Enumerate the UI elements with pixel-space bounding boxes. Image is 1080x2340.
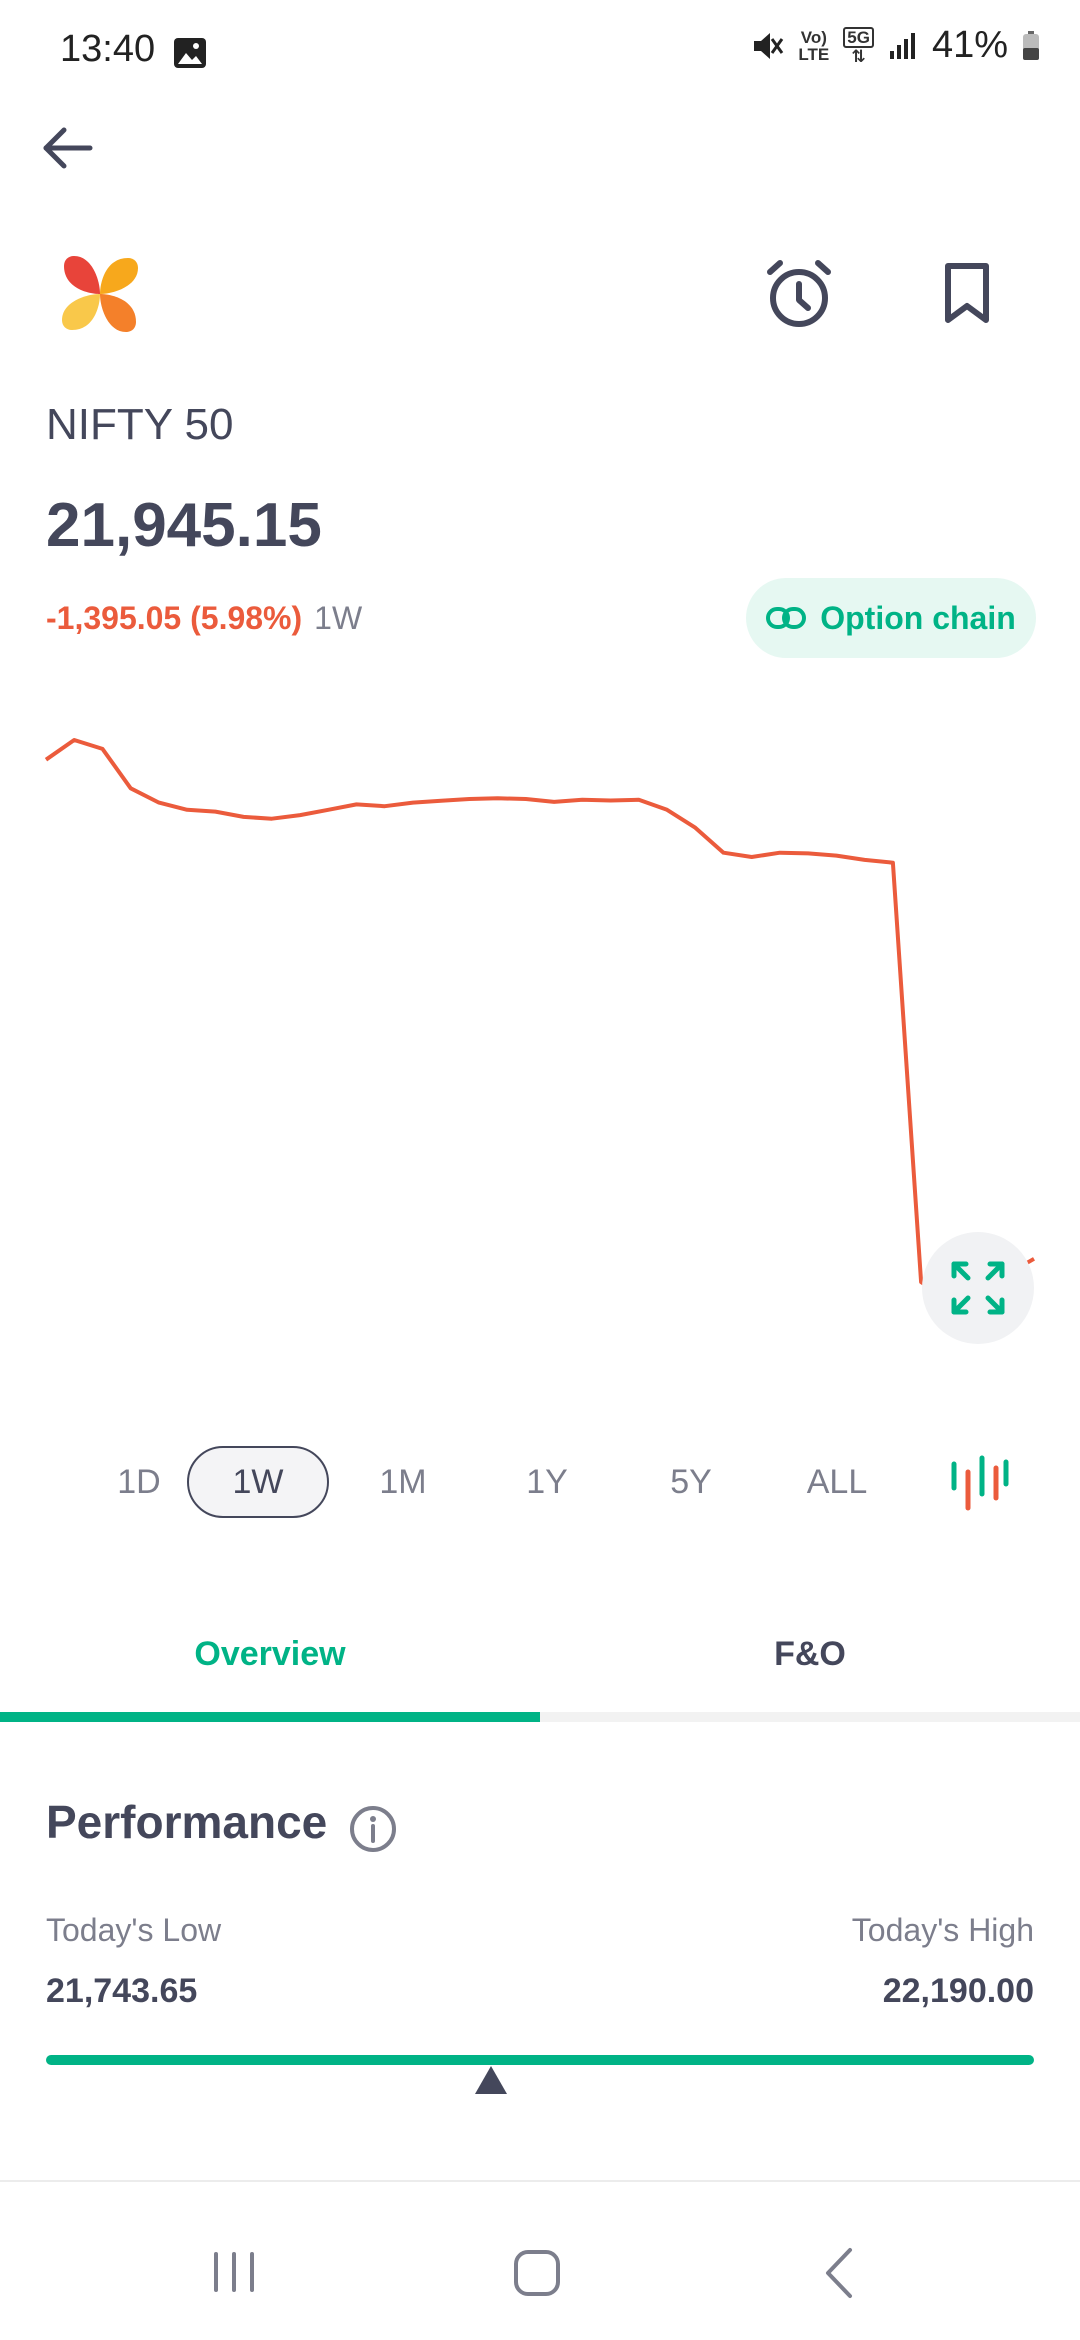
info-icon[interactable] xyxy=(348,1804,398,1854)
battery-percent: 41% xyxy=(931,24,1008,66)
tab-fo[interactable]: F&O xyxy=(540,1630,1080,1710)
candlestick-icon[interactable] xyxy=(948,1454,1010,1512)
index-name: NIFTY 50 xyxy=(46,400,234,449)
performance-title: Performance xyxy=(46,1796,328,1848)
volte-indicator: Vo) LTE xyxy=(798,27,830,64)
battery-icon xyxy=(1023,30,1039,60)
home-icon[interactable] xyxy=(512,2248,562,2298)
tab-active-indicator xyxy=(0,1712,540,1722)
nav-divider xyxy=(0,2180,1080,2182)
5g-indicator: 5G ⇅ xyxy=(843,26,874,65)
expand-arrows-icon xyxy=(951,1261,1005,1315)
todays-high-label: Today's High xyxy=(851,1912,1034,1948)
status-time: 13:40 xyxy=(60,28,156,70)
timeframe-1w[interactable]: 1W xyxy=(187,1446,329,1518)
link-icon xyxy=(766,607,807,629)
gallery-notification-icon xyxy=(174,38,206,68)
tab-overview[interactable]: Overview xyxy=(0,1630,540,1710)
option-chain-button[interactable]: Option chain xyxy=(746,578,1036,658)
todays-low-label: Today's Low xyxy=(46,1912,222,1948)
timeframe-selector: 1D 1W 1M 1Y 5Y ALL xyxy=(68,1446,1028,1518)
price-line-chart[interactable] xyxy=(0,700,1080,1380)
status-icons: Vo) LTE 5G ⇅ 41% xyxy=(750,24,1040,67)
timeframe-1y[interactable]: 1Y xyxy=(476,1446,618,1518)
nav-back-icon[interactable] xyxy=(822,2246,856,2300)
option-chain-label: Option chain xyxy=(820,599,1016,636)
day-range-bar xyxy=(46,2055,1034,2065)
recents-icon[interactable] xyxy=(208,2250,260,2294)
timeframe-all[interactable]: ALL xyxy=(766,1446,908,1518)
signal-icon xyxy=(889,32,915,59)
timeframe-5y[interactable]: 5Y xyxy=(620,1446,762,1518)
price-change: -1,395.05 (5.98%) xyxy=(46,600,303,636)
arrow-left-icon[interactable] xyxy=(38,118,98,178)
current-price-marker xyxy=(474,2066,507,2094)
expand-chart-button[interactable] xyxy=(922,1232,1034,1344)
todays-low-value: 21,743.65 xyxy=(46,1972,198,2010)
todays-high-value: 22,190.00 xyxy=(882,1972,1034,2010)
bookmark-icon[interactable] xyxy=(942,262,992,324)
change-period: 1W xyxy=(314,600,363,636)
four-petal-logo-icon xyxy=(62,256,138,332)
price-change-row: -1,395.05 (5.98%) 1W xyxy=(46,600,362,637)
price-series-line xyxy=(44,738,1035,1302)
alarm-clock-icon[interactable] xyxy=(764,258,834,332)
index-price: 21,945.15 xyxy=(46,491,322,560)
mute-icon xyxy=(754,32,784,59)
timeframe-1m[interactable]: 1M xyxy=(332,1446,474,1518)
